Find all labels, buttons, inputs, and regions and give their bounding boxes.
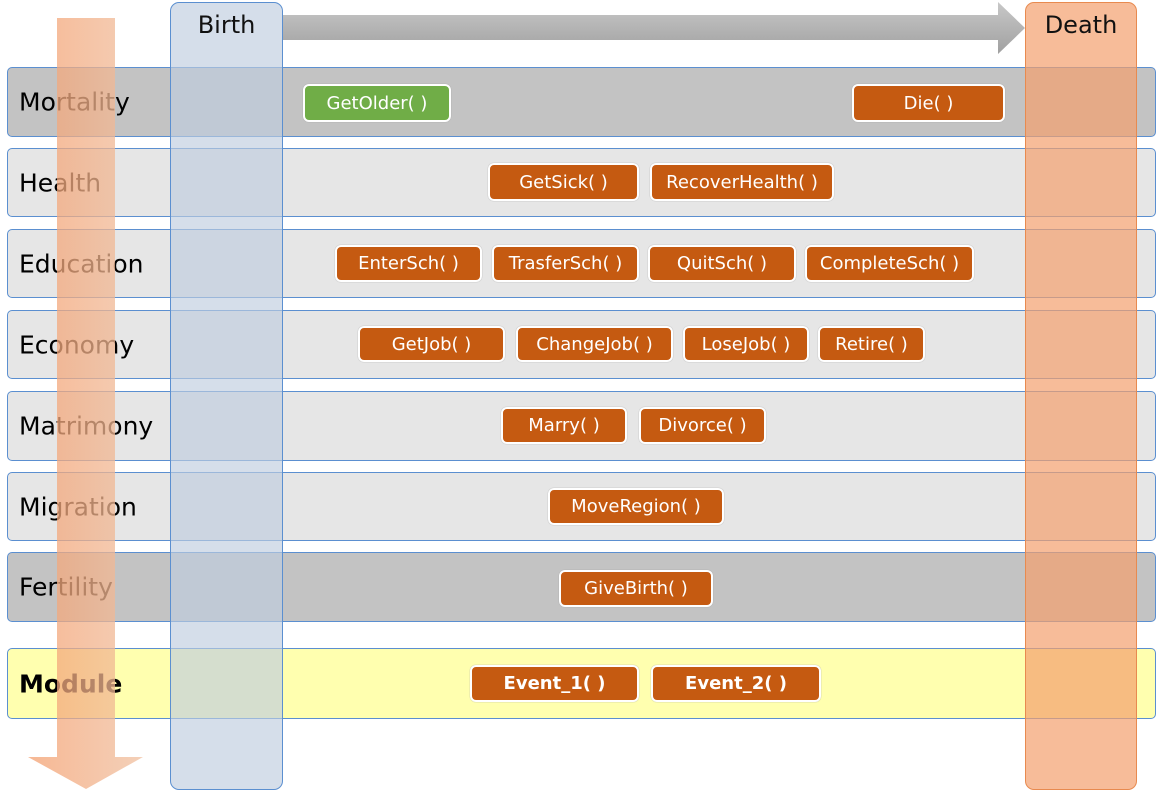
death-column: Death <box>1025 2 1137 790</box>
event-die[interactable]: Die( ) <box>852 84 1005 122</box>
event-losejob[interactable]: LoseJob( ) <box>683 326 809 362</box>
event-retire[interactable]: Retire( ) <box>818 326 925 362</box>
event-moveregion[interactable]: MoveRegion( ) <box>548 488 724 525</box>
event-1[interactable]: Event_1( ) <box>470 665 639 702</box>
event-divorce[interactable]: Divorce( ) <box>639 407 766 444</box>
event-completesch[interactable]: CompleteSch( ) <box>805 245 974 282</box>
event-getjob[interactable]: GetJob( ) <box>358 326 505 362</box>
event-trasfersch[interactable]: TrasferSch( ) <box>492 245 639 282</box>
death-label: Death <box>1044 11 1118 39</box>
event-recoverhealth[interactable]: RecoverHealth( ) <box>650 163 834 201</box>
event-changejob[interactable]: ChangeJob( ) <box>516 326 673 362</box>
vertical-arrow <box>28 18 143 789</box>
birth-label: Birth <box>197 11 256 39</box>
timeline-arrow <box>283 2 1025 54</box>
event-quitsch[interactable]: QuitSch( ) <box>648 245 796 282</box>
event-marry[interactable]: Marry( ) <box>501 407 627 444</box>
event-getolder[interactable]: GetOlder( ) <box>303 84 451 122</box>
event-2[interactable]: Event_2( ) <box>651 665 821 702</box>
event-getsick[interactable]: GetSick( ) <box>488 163 639 201</box>
birth-column: Birth <box>170 2 283 790</box>
event-givebirth[interactable]: GiveBirth( ) <box>559 570 713 607</box>
event-entersch[interactable]: EnterSch( ) <box>335 245 482 282</box>
